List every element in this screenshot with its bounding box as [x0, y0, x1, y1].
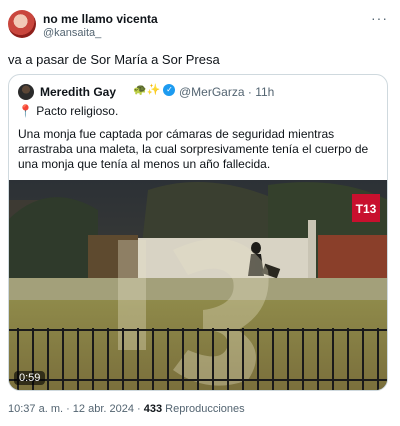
video-frame: T13: [9, 180, 387, 390]
quoted-author-avatar: [18, 84, 34, 100]
tweet-text: va a pasar de Sor María a Sor Presa: [8, 52, 220, 67]
quoted-body-text: Una monja fue captada por cámaras de seg…: [18, 127, 369, 171]
views-count: 433: [143, 403, 163, 415]
quoted-tweet[interactable]: Meredith Gay 🐢✨ ✓ @MerGarza · 11h 📍 Pact…: [8, 74, 388, 391]
video-duration-badge: 0:59: [14, 371, 46, 385]
more-options-icon[interactable]: ···: [371, 10, 388, 26]
quoted-author-handle-time: @MerGarza · 11h: [179, 85, 275, 99]
verified-icon: ✓: [163, 84, 176, 97]
video-player[interactable]: T13 0:59: [9, 180, 387, 390]
tweet-header: no me llamo vicenta @kansaita_ ···: [8, 10, 392, 46]
quoted-first-line: 📍 Pacto religioso.: [18, 104, 119, 118]
tweet-metadata: 10:37 a. m. · 12 abr. 2024 · 433 Reprodu…: [8, 403, 245, 415]
t13-logo-text: T13: [356, 202, 377, 216]
author-handle[interactable]: @kansaita_: [43, 27, 101, 39]
views-label: Reproducciones: [162, 403, 245, 415]
timestamp[interactable]: 10:37 a. m. · 12 abr. 2024 ·: [8, 403, 144, 415]
emoji-badges: 🐢✨: [133, 84, 161, 96]
author-display-name[interactable]: no me llamo vicenta: [43, 12, 158, 26]
quoted-author-badges: 🐢✨ ✓: [133, 83, 176, 97]
quoted-author-name: Meredith Gay: [40, 85, 117, 99]
author-avatar[interactable]: [8, 10, 36, 38]
